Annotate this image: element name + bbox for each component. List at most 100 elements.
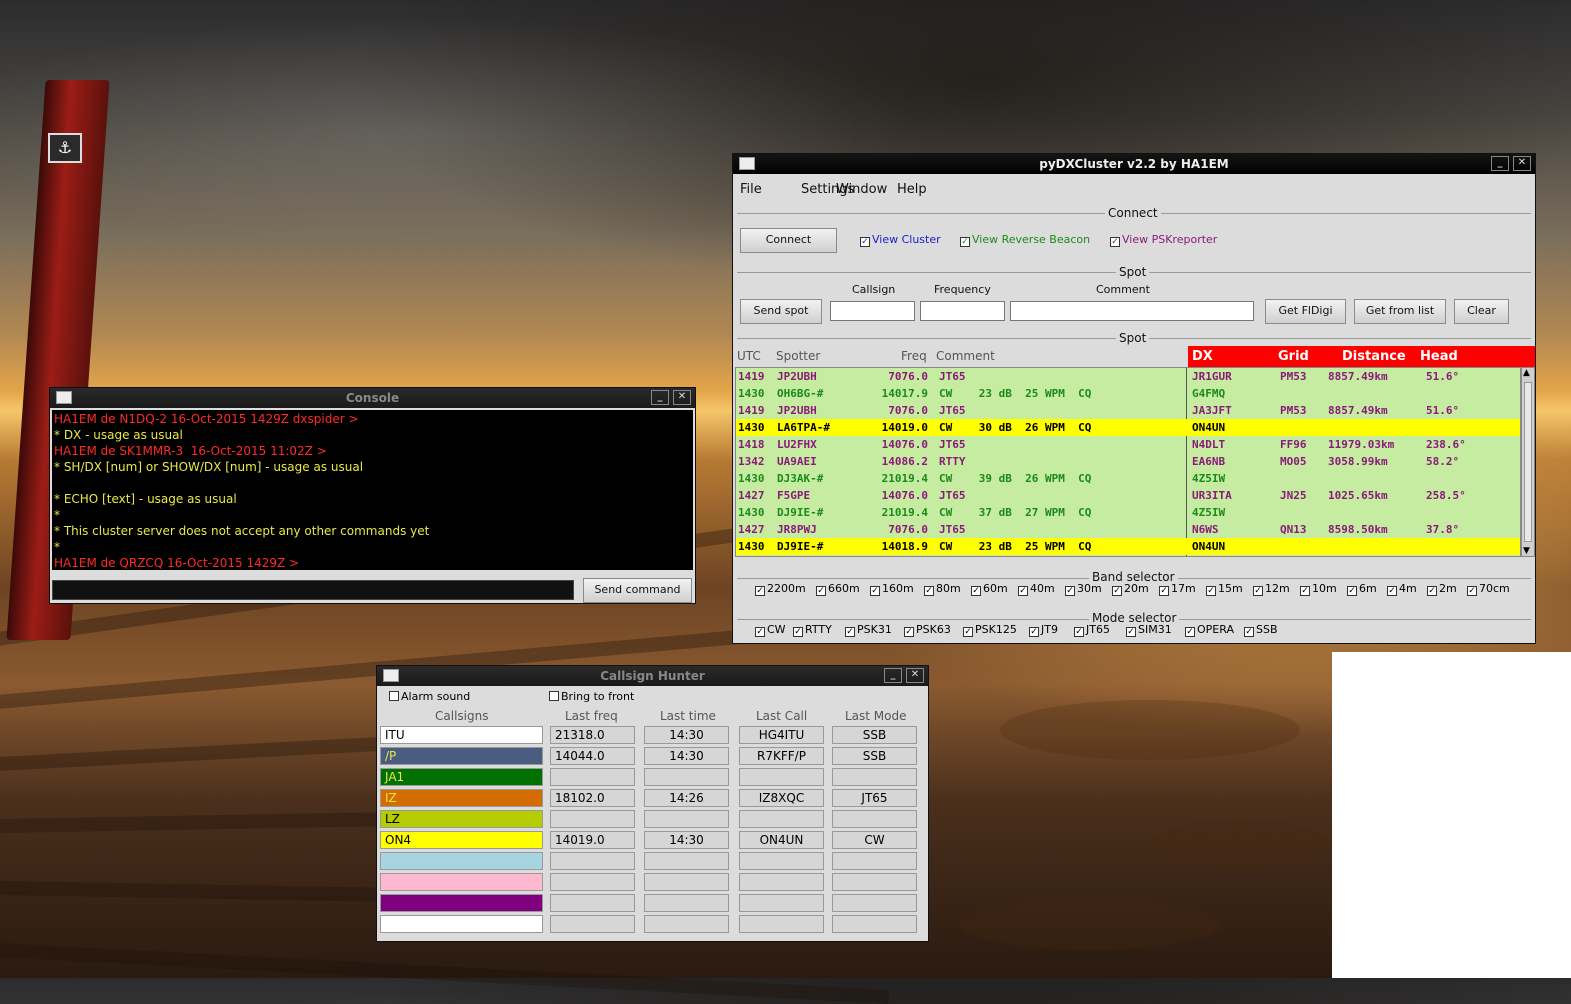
hunter-callsign-field[interactable]: JA1 (380, 768, 543, 786)
mode-checkbox-SIM31[interactable]: ✓ SIM31 (1126, 623, 1172, 637)
hunter-callsign-field[interactable]: ITU (380, 726, 543, 744)
scrollbar[interactable]: ▲ ▼ (1521, 367, 1535, 557)
mode-checkbox-CW[interactable]: ✓ CW (755, 623, 786, 637)
band-label: 2m (1439, 582, 1457, 595)
minimize-icon[interactable]: _ (651, 390, 669, 405)
band-checkbox-4m[interactable]: ✓ 4m (1387, 582, 1417, 596)
band-checkbox-60m[interactable]: ✓ 60m (971, 582, 1008, 596)
band-checkbox-20m[interactable]: ✓ 20m (1112, 582, 1149, 596)
close-icon[interactable]: ✕ (906, 668, 924, 683)
spot-row[interactable]: 1427 F5GPE 14076.0 JT65 UR3ITA JN25 1025.65km 2… (736, 487, 1520, 504)
menu-file[interactable]: File (740, 182, 762, 197)
band-checkbox-10m[interactable]: ✓ 10m (1300, 582, 1337, 596)
mode-checkbox-OPERA[interactable]: ✓ OPERA (1185, 623, 1234, 637)
spot-row[interactable]: 1430 OH6BG-# 14017.9 CW 23 dB 25 WPM CQ G4FM… (736, 385, 1520, 402)
scroll-thumb[interactable] (1524, 382, 1532, 542)
hunter-callsign-field[interactable] (380, 873, 543, 891)
get-from-list-button[interactable]: Get from list (1354, 299, 1446, 324)
spot-row[interactable]: 1430 DJ9IE-# 14018.9 CW 23 dB 25 WPM CQ ON4U… (736, 538, 1520, 555)
comment-label: Comment (1096, 283, 1150, 296)
hunter-callsign-field[interactable]: IZ (380, 789, 543, 807)
hunter-last-mode (832, 873, 917, 891)
hunter-title-bar[interactable]: Callsign Hunter _ ✕ (377, 666, 928, 686)
band-checkbox-6m[interactable]: ✓ 6m (1347, 582, 1377, 596)
band-checkbox-40m[interactable]: ✓ 40m (1018, 582, 1055, 596)
band-checkbox-17m[interactable]: ✓ 17m (1159, 582, 1196, 596)
callsign-input[interactable] (830, 301, 915, 321)
connect-button[interactable]: Connect (740, 228, 837, 253)
command-input[interactable] (52, 580, 574, 600)
console-line: * This cluster server does not accept an… (54, 524, 430, 538)
hunter-callsign-field[interactable] (380, 894, 543, 912)
hunter-callsign-field[interactable] (380, 915, 543, 933)
minimize-icon[interactable]: _ (884, 668, 902, 683)
clear-button[interactable]: Clear (1454, 299, 1509, 324)
spot-dx: 4Z5IW (1192, 506, 1226, 519)
scroll-down-icon[interactable]: ▼ (1523, 546, 1530, 556)
band-checkbox-660m[interactable]: ✓ 660m (816, 582, 860, 596)
spot-row[interactable]: 1430 DJ3AK-# 21019.4 CW 39 dB 26 WPM CQ 4Z5I… (736, 470, 1520, 487)
get-fldigi-button[interactable]: Get FlDigi (1265, 299, 1346, 324)
frequency-label: Frequency (934, 283, 991, 296)
console-title-bar[interactable]: Console _ ✕ (50, 388, 695, 408)
mode-checkbox-PSK125[interactable]: ✓ PSK125 (963, 623, 1017, 637)
spot-freq: 14017.9 (881, 387, 928, 400)
mode-checkbox-RTTY[interactable]: ✓ RTTY (793, 623, 832, 637)
spot-row[interactable]: 1419 JP2UBH 7076.0 JT65 JA3JFT PM53 8857.49km 5… (736, 402, 1520, 419)
head-header: Head (1420, 349, 1458, 364)
spot-comment: JT65 (939, 438, 966, 451)
mode-checkbox-PSK31[interactable]: ✓ PSK31 (845, 623, 892, 637)
spot-spotter: LA6TPA-# (777, 421, 830, 434)
mode-checkbox-PSK63[interactable]: ✓ PSK63 (904, 623, 951, 637)
mode-checkbox-JT65[interactable]: ✓ JT65 (1074, 623, 1110, 637)
alarm-sound-checkbox[interactable]: Alarm sound (389, 690, 470, 704)
spot-row[interactable]: 1427 JR8PWJ 7076.0 JT65 N6WS QN13 8598.50km 37.… (736, 521, 1520, 538)
spot-grid: JN25 (1280, 489, 1307, 502)
hunter-last-time (644, 768, 729, 786)
spot-row[interactable]: 1342 UA9AEI 14086.2 RTTY EA6NB MO05 3058.99km 5… (736, 453, 1520, 470)
spot-row[interactable]: 1430 LA6TPA-# 14019.0 CW 30 dB 26 WPM CQ ON4… (736, 419, 1520, 436)
scroll-up-icon[interactable]: ▲ (1523, 368, 1530, 378)
mode-checkbox-JT9[interactable]: ✓ JT9 (1029, 623, 1058, 637)
band-checkbox-30m[interactable]: ✓ 30m (1065, 582, 1102, 596)
mode-checkbox-SSB[interactable]: ✓ SSB (1244, 623, 1278, 637)
spot-row[interactable]: 1419 JP2UBH 7076.0 JT65 JR1GUR PM53 8857.49km 5… (736, 368, 1520, 385)
band-checkbox-15m[interactable]: ✓ 15m (1206, 582, 1243, 596)
menu-help[interactable]: Help (897, 182, 927, 197)
band-checkbox-80m[interactable]: ✓ 80m (924, 582, 961, 596)
spot-head: 51.6° (1426, 370, 1460, 383)
close-icon[interactable]: ✕ (1513, 156, 1531, 171)
view-cluster-checkbox[interactable]: ✓ View Cluster (860, 233, 941, 247)
console-output[interactable]: HA1EM de N1DQ-2 16-Oct-2015 1429Z dxspid… (52, 410, 693, 570)
freq-header: Freq (901, 349, 927, 363)
band-checkbox-2200m[interactable]: ✓ 2200m (755, 582, 806, 596)
checkbox-icon: ✓ (1467, 586, 1477, 596)
callsigns-header: Callsigns (435, 709, 489, 723)
band-checkbox-70cm[interactable]: ✓ 70cm (1467, 582, 1510, 596)
spot-dx: ON4UN (1192, 421, 1226, 434)
frequency-input[interactable] (920, 301, 1005, 321)
spot-list[interactable]: 1419 JP2UBH 7076.0 JT65 JR1GUR PM53 8857.49km 5… (735, 367, 1521, 557)
spot-spotter: UA9AEI (777, 455, 817, 468)
spot-row[interactable]: 1430 DJ9IE-# 21019.4 CW 37 dB 27 WPM CQ 4Z5I… (736, 504, 1520, 521)
close-icon[interactable]: ✕ (673, 390, 691, 405)
view-psk-checkbox[interactable]: ✓ View PSKreporter (1110, 233, 1217, 247)
band-checkbox-2m[interactable]: ✓ 2m (1427, 582, 1457, 596)
band-checkbox-160m[interactable]: ✓ 160m (870, 582, 914, 596)
hunter-callsign-field[interactable] (380, 852, 543, 870)
spot-row[interactable]: 1418 LU2FHX 14076.0 JT65 N4DLT FF96 11979.03km… (736, 436, 1520, 453)
hunter-callsign-field[interactable]: ON4 (380, 831, 543, 849)
band-label: 12m (1265, 582, 1290, 595)
view-beacon-checkbox[interactable]: ✓ View Reverse Beacon (960, 233, 1090, 247)
send-command-button[interactable]: Send command (583, 578, 692, 603)
bring-to-front-checkbox[interactable]: Bring to front (549, 690, 634, 704)
callsign-label: Callsign (852, 283, 896, 296)
send-spot-button[interactable]: Send spot (740, 299, 822, 324)
menu-window[interactable]: Window (836, 182, 887, 197)
hunter-callsign-field[interactable]: /P (380, 747, 543, 765)
comment-input[interactable] (1010, 301, 1254, 321)
title-bar[interactable]: pyDXCluster v2.2 by HA1EM _ ✕ (733, 154, 1535, 174)
minimize-icon[interactable]: _ (1491, 156, 1509, 171)
band-checkbox-12m[interactable]: ✓ 12m (1253, 582, 1290, 596)
hunter-callsign-field[interactable]: LZ (380, 810, 543, 828)
